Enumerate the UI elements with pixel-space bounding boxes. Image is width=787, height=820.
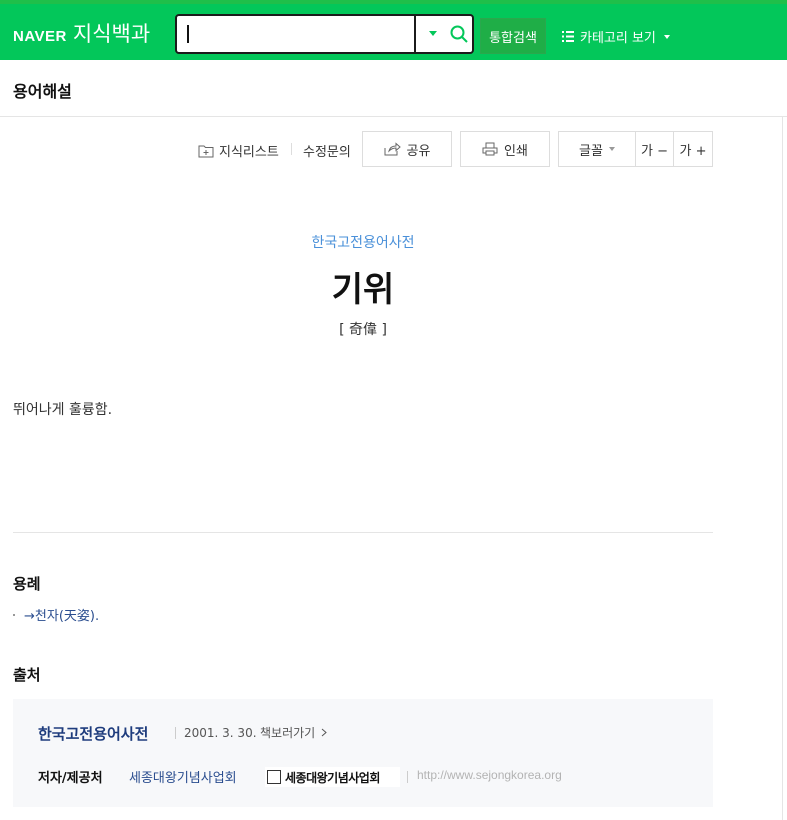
content-divider xyxy=(13,532,713,533)
search-divider xyxy=(414,16,416,52)
font-larger-button[interactable]: 가 + xyxy=(673,131,713,167)
author-label: 저자/제공처 xyxy=(38,771,103,786)
source-date: 2001. 3. 30. xyxy=(184,726,257,740)
source-divider xyxy=(407,771,408,783)
category-view-button[interactable]: 카테고리 보기 xyxy=(562,27,670,46)
knowledge-list-button[interactable]: 지식리스트 xyxy=(198,141,279,160)
print-label: 인쇄 xyxy=(504,143,528,159)
category-view-label: 카테고리 보기 xyxy=(580,31,656,46)
naver-brand[interactable]: NAVER xyxy=(13,28,67,45)
chevron-down-icon xyxy=(663,34,670,39)
entry-title: 기위 xyxy=(331,270,395,310)
font-label: 글꼴 xyxy=(579,143,603,159)
source-box: 한국고전용어사전 2001. 3. 30. 책보러가기 저자/제공처 세종대왕기… xyxy=(13,699,713,807)
content-right-border xyxy=(782,117,783,820)
service-name[interactable]: 지식백과 xyxy=(73,18,150,48)
knowledge-list-label: 지식리스트 xyxy=(219,145,279,160)
font-smaller-button[interactable]: 가 − xyxy=(635,131,674,167)
source-book-title[interactable]: 한국고전용어사전 xyxy=(38,723,148,744)
bullet xyxy=(13,613,15,616)
font-select-button[interactable]: 글꼴 xyxy=(558,131,636,167)
list-item: →천자(天姿). xyxy=(13,605,99,624)
source-divider xyxy=(175,727,176,739)
toolbar-divider xyxy=(291,143,292,155)
examples-heading: 용례 xyxy=(13,575,41,593)
chevron-down-icon xyxy=(608,147,615,151)
add-folder-icon xyxy=(198,145,214,157)
entry-hanja: [ 奇偉 ] xyxy=(339,322,387,338)
dictionary-name-link[interactable]: 한국고전용어사전 xyxy=(0,232,726,252)
view-book-link[interactable]: 책보러가기 xyxy=(260,724,327,741)
author-link[interactable]: 세종대왕기념사업회 xyxy=(129,767,237,786)
autocomplete-toggle-icon[interactable] xyxy=(429,31,437,36)
chevron-right-icon xyxy=(321,728,327,737)
print-button[interactable]: 인쇄 xyxy=(460,131,550,167)
source-heading: 출처 xyxy=(13,666,41,684)
entry-definition: 뛰어나게 훌륭함. xyxy=(13,402,113,418)
share-icon xyxy=(384,142,401,156)
print-icon xyxy=(482,142,498,156)
section-header: 용어해설 xyxy=(0,60,787,117)
view-book-label: 책보러가기 xyxy=(260,726,316,740)
author-url-link[interactable]: http://www.sejongkorea.org xyxy=(417,768,562,782)
top-header: NAVER 지식백과 통합검색 카테고리 보기 xyxy=(0,0,787,60)
font-smaller-label: 가 − xyxy=(641,143,668,159)
font-larger-label: 가 + xyxy=(679,143,707,159)
edit-request-label: 수정문의 xyxy=(303,145,351,160)
search-box[interactable] xyxy=(175,14,474,54)
search-icon[interactable] xyxy=(449,24,469,44)
total-search-button[interactable]: 통합검색 xyxy=(480,18,546,54)
text-cursor xyxy=(187,25,189,43)
seal-icon xyxy=(267,770,281,784)
author-logo[interactable]: 세종대왕기념사업회 xyxy=(265,767,400,787)
example-link[interactable]: →천자(天姿). xyxy=(24,605,99,624)
share-button[interactable]: 공유 xyxy=(362,131,452,167)
edit-request-link[interactable]: 수정문의 xyxy=(303,141,351,160)
list-icon xyxy=(562,31,574,42)
share-label: 공유 xyxy=(406,143,431,159)
search-input[interactable] xyxy=(183,22,405,46)
section-title: 용어해설 xyxy=(13,82,72,101)
naver-logo[interactable]: NAVER 지식백과 xyxy=(13,18,150,48)
author-logo-text: 세종대왕기념사업회 xyxy=(285,770,380,785)
